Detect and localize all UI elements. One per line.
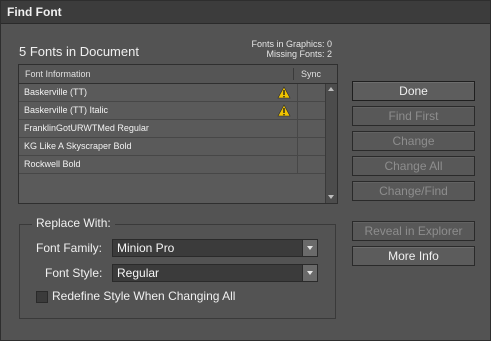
- change-find-button[interactable]: Change/Find: [352, 181, 475, 201]
- font-name: KG Like A Skyscraper Bold: [24, 141, 132, 151]
- window-title: Find Font: [7, 5, 62, 19]
- font-row[interactable]: Rockwell Bold: [19, 156, 325, 174]
- more-info-button[interactable]: More Info: [352, 246, 475, 266]
- redefine-style-checkbox[interactable]: [36, 291, 48, 303]
- find-font-dialog: Find Font 5 Fonts in Document Fonts in G…: [0, 0, 491, 341]
- row-separator: [297, 102, 298, 119]
- chevron-down-icon[interactable]: [302, 265, 317, 281]
- title-bar: Find Font: [1, 1, 490, 24]
- warning-triangle-icon: [277, 104, 291, 117]
- font-style-label: Font Style:: [45, 266, 103, 280]
- replace-with-legend: Replace With:: [32, 216, 115, 230]
- font-rows: Baskerville (TT) Baskerville (TT) Italic: [19, 84, 325, 174]
- font-style-value: Regular: [117, 266, 160, 280]
- row-separator: [297, 120, 298, 137]
- font-family-label: Font Family:: [36, 241, 103, 255]
- font-name: Baskerville (TT): [24, 87, 88, 97]
- find-first-button[interactable]: Find First: [352, 106, 475, 126]
- font-counts: Fonts in Graphics: 0 Missing Fonts: 2: [251, 39, 332, 59]
- font-family-select[interactable]: Minion Pro: [112, 239, 318, 257]
- font-row[interactable]: KG Like A Skyscraper Bold: [19, 138, 325, 156]
- replace-with-group: Replace With: Font Family: Minion Pro Fo…: [19, 216, 336, 319]
- scroll-down-arrow-icon[interactable]: [328, 195, 334, 199]
- font-name: Rockwell Bold: [24, 159, 81, 169]
- redefine-style-label[interactable]: Redefine Style When Changing All: [52, 289, 235, 303]
- fonts-in-document: 5 Fonts in Document: [19, 44, 139, 59]
- column-separator: [293, 68, 294, 80]
- fonts-in-graphics: Fonts in Graphics: 0: [251, 39, 332, 49]
- missing-fonts: Missing Fonts: 2: [266, 49, 332, 59]
- change-button[interactable]: Change: [352, 131, 475, 151]
- font-row[interactable]: Baskerville (TT) Italic: [19, 102, 325, 120]
- column-sync: Sync: [301, 69, 322, 79]
- column-font-information: Font Information: [25, 69, 91, 79]
- font-list-header: Font Information Sync: [19, 65, 337, 84]
- row-separator: [297, 156, 298, 173]
- font-name: Baskerville (TT) Italic: [24, 105, 109, 115]
- font-list-scrollbar[interactable]: [325, 84, 337, 203]
- font-row[interactable]: Baskerville (TT): [19, 84, 325, 102]
- reveal-in-explorer-button[interactable]: Reveal in Explorer: [352, 221, 475, 241]
- scroll-up-arrow-icon[interactable]: [328, 87, 334, 91]
- chevron-down-icon[interactable]: [302, 240, 317, 256]
- font-style-select[interactable]: Regular: [112, 264, 318, 282]
- font-name: FranklinGotURWTMed Regular: [24, 123, 149, 133]
- change-all-button[interactable]: Change All: [352, 156, 475, 176]
- row-separator: [297, 138, 298, 155]
- row-separator: [297, 84, 298, 101]
- font-row[interactable]: FranklinGotURWTMed Regular: [19, 120, 325, 138]
- done-button[interactable]: Done: [352, 81, 475, 101]
- warning-triangle-icon: [277, 86, 291, 99]
- font-family-value: Minion Pro: [117, 241, 175, 255]
- font-list[interactable]: Font Information Sync Baskerville (TT) B…: [18, 64, 338, 204]
